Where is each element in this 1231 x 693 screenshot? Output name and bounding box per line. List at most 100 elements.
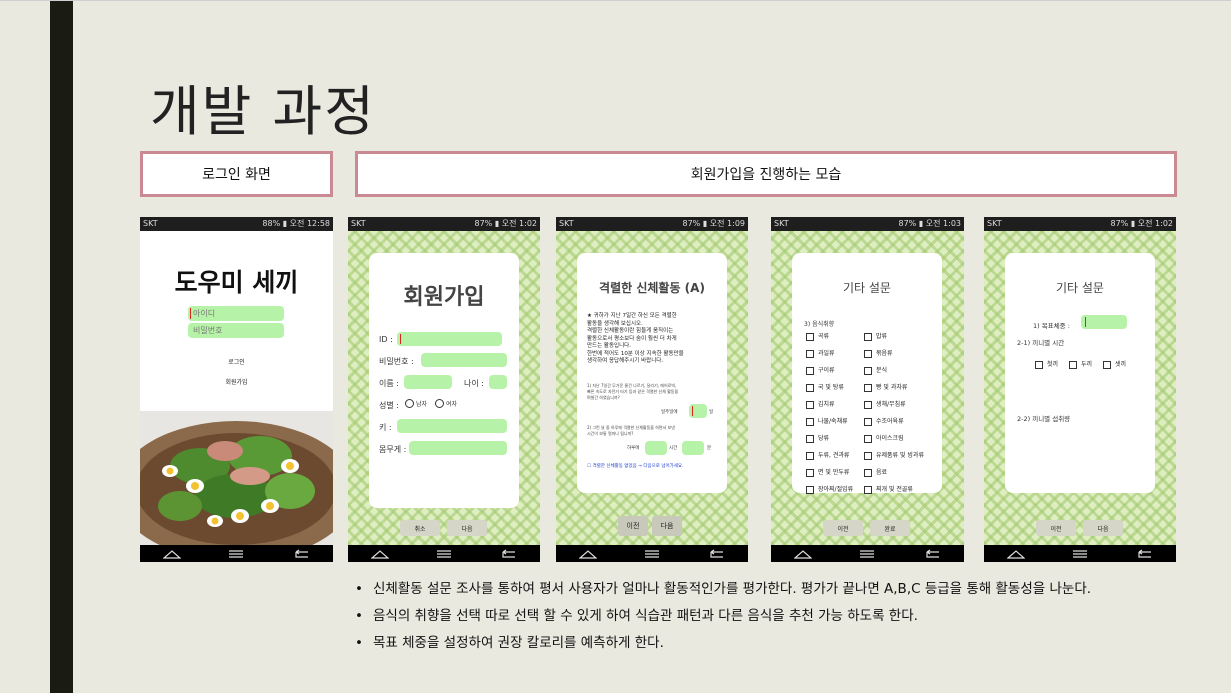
text-cursor	[692, 406, 693, 416]
salad-photo	[140, 411, 333, 545]
food-option[interactable]: 곡류	[806, 331, 829, 341]
nav-bar	[140, 545, 333, 562]
nav-bar	[984, 545, 1176, 562]
back-icon[interactable]	[291, 548, 311, 560]
status-right: 88% ▮ 오전 12:58	[262, 219, 330, 228]
food-option[interactable]: 찌개 및 전골류	[864, 484, 913, 494]
back-icon[interactable]	[1134, 548, 1154, 560]
slide-title: 개발 과정	[150, 80, 376, 143]
meal-intake-label: 2-2) 끼니별 섭취량	[1017, 415, 1071, 423]
intro-line: 격렬한 신체활동이란 힘들게 움직이는	[587, 328, 674, 334]
menu-icon[interactable]	[642, 548, 662, 560]
meal-option[interactable]: 셋끼	[1103, 359, 1126, 369]
food-option[interactable]: 국 및 탕류	[806, 382, 844, 392]
back-icon[interactable]	[706, 548, 726, 560]
carrier-label: SKT	[987, 219, 1002, 228]
next-button[interactable]: 다음	[1083, 520, 1123, 536]
minutes-input[interactable]	[682, 441, 704, 455]
password-input[interactable]: 비밀번호	[188, 323, 284, 338]
menu-icon[interactable]	[1070, 548, 1090, 560]
id-input[interactable]	[397, 332, 502, 346]
prev-button[interactable]: 이전	[618, 516, 648, 536]
food-option[interactable]: 유제품류 및 빙과류	[864, 450, 924, 460]
home-icon[interactable]	[162, 548, 182, 560]
activity-card: 격렬한 신체활동 (A) ★ 귀하가 지난 7일간 하신 모든 격렬한 활동을 …	[577, 253, 727, 493]
home-icon[interactable]	[578, 548, 598, 560]
prev-button[interactable]: 이전	[823, 520, 863, 536]
phone-food-survey: SKT 87% ▮ 오전 1:03 기타 설문 3) 음식취향 곡류 과일류 구…	[771, 217, 964, 562]
done-button[interactable]: 완료	[870, 520, 910, 536]
text-cursor	[190, 308, 191, 319]
food-option[interactable]: 김치류	[806, 399, 835, 409]
next-button[interactable]: 다음	[447, 520, 487, 536]
food-option[interactable]: 과일류	[806, 348, 835, 358]
text-cursor	[400, 334, 401, 344]
food-option[interactable]: 분식	[864, 365, 887, 375]
nav-bar	[556, 545, 748, 562]
food-option[interactable]: 장아찌/절임류	[806, 484, 853, 494]
nav-bar	[771, 545, 964, 562]
cancel-button[interactable]: 취소	[400, 520, 440, 536]
meal-option[interactable]: 첫끼	[1035, 359, 1058, 369]
q2-prefix: 하루에	[627, 446, 640, 451]
food-option[interactable]: 당류	[806, 433, 829, 443]
next-button[interactable]: 다음	[652, 516, 682, 536]
nav-bar	[348, 545, 540, 562]
gender-male-option[interactable]: 남자	[405, 399, 427, 408]
hours-input[interactable]	[645, 441, 667, 455]
q1-prefix: 일주일에	[661, 410, 678, 415]
signup-title: 회원가입	[403, 285, 485, 310]
caption-signup: 회원가입을 진행하는 모습	[355, 151, 1177, 197]
age-label: 나이 :	[464, 379, 484, 388]
goal-title: 기타 설문	[1056, 281, 1104, 295]
menu-icon[interactable]	[434, 548, 454, 560]
login-button[interactable]: 로그인	[140, 357, 333, 366]
meal-option[interactable]: 두끼	[1069, 359, 1092, 369]
signup-button[interactable]: 회원가입	[140, 377, 333, 386]
app-title: 도우미 세끼	[174, 268, 299, 297]
home-icon[interactable]	[793, 548, 813, 560]
bullet-item: 신체활동 설문 조사를 통하여 평서 사용자가 얼마나 활동적인가를 평가한다.…	[355, 576, 1155, 603]
no-activity-checkbox[interactable]: ☐ 격렬한 신체활동 없었음 → 다음으로 넘어가세요.	[587, 463, 683, 469]
food-option[interactable]: 나물/숙채류	[806, 416, 848, 426]
height-label: 키 :	[379, 423, 392, 432]
menu-icon[interactable]	[226, 548, 246, 560]
food-option[interactable]: 수조어육류	[864, 416, 904, 426]
id-input[interactable]: 아이디	[188, 306, 284, 321]
food-option[interactable]: 음료	[864, 467, 887, 477]
food-option[interactable]: 구이류	[806, 365, 835, 375]
hours-unit: 시간	[669, 446, 678, 451]
activity-screen: 격렬한 신체활동 (A) ★ 귀하가 지난 7일간 하신 모든 격렬한 활동을 …	[556, 231, 748, 545]
left-accent-bar	[50, 1, 73, 693]
age-input[interactable]	[489, 375, 507, 389]
back-icon[interactable]	[498, 548, 518, 560]
carrier-label: SKT	[559, 219, 574, 228]
prev-button[interactable]: 이전	[1036, 520, 1076, 536]
name-input[interactable]	[404, 375, 452, 389]
food-option[interactable]: 아이스크림	[864, 433, 904, 443]
days-input[interactable]	[689, 404, 707, 418]
height-input[interactable]	[397, 419, 507, 433]
intro-line: 한번에 적어도 10분 이상 지속한 활동만을	[587, 350, 684, 357]
question-line: 며칠간 하였습니까?	[587, 395, 620, 400]
food-option[interactable]: 볶음류	[864, 348, 893, 358]
password-input[interactable]	[421, 353, 507, 367]
id-label: ID :	[379, 335, 393, 344]
phone-signup: SKT 87% ▮ 오전 1:02 회원가입 ID : 비밀번호 : 이름 : …	[348, 217, 540, 562]
food-option[interactable]: 생채/무침류	[864, 399, 906, 409]
signup-screen: 회원가입 ID : 비밀번호 : 이름 : 나이 : 성별 : 남자 여자 키 …	[348, 231, 540, 545]
slide: 개발 과정 로그인 화면 회원가입을 진행하는 모습 SKT 88% ▮ 오전 …	[0, 0, 1231, 693]
status-bar: SKT 87% ▮ 오전 1:02	[984, 217, 1176, 231]
food-option[interactable]: 면 및 만두류	[806, 467, 849, 477]
food-option[interactable]: 밥류	[864, 331, 887, 341]
home-icon[interactable]	[370, 548, 390, 560]
home-icon[interactable]	[1006, 548, 1026, 560]
food-option[interactable]: 두류, 견과류	[806, 450, 849, 460]
back-icon[interactable]	[922, 548, 942, 560]
gender-female-option[interactable]: 여자	[435, 399, 457, 408]
menu-icon[interactable]	[857, 548, 877, 560]
goal-weight-input[interactable]	[1081, 315, 1127, 329]
food-option[interactable]: 빵 및 과자류	[864, 382, 907, 392]
phone-goal-survey: SKT 87% ▮ 오전 1:02 기타 설문 1) 목표체중 : 2-1) 끼…	[984, 217, 1176, 562]
weight-input[interactable]	[409, 441, 507, 455]
